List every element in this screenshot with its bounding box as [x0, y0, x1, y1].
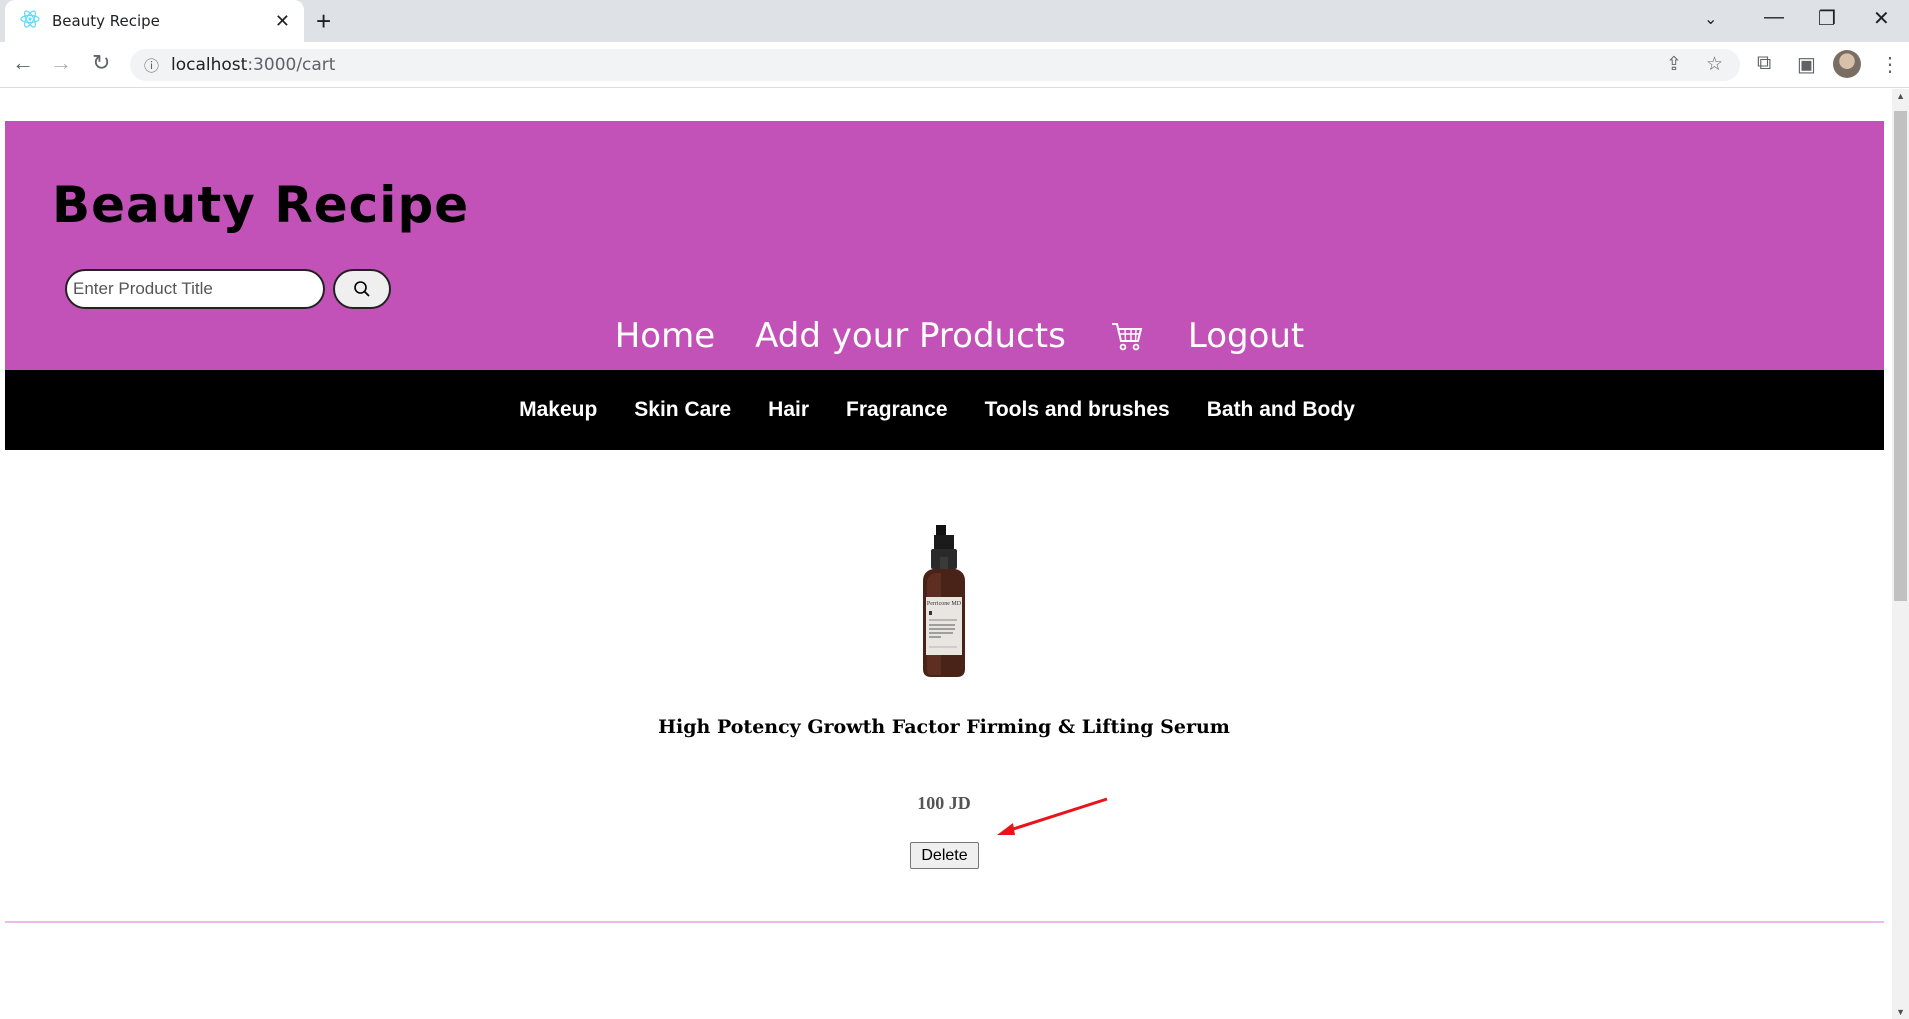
product-price: 100 JD — [917, 793, 971, 813]
new-tab-icon[interactable]: + — [316, 6, 331, 37]
main-nav: Home Add your Products Logout — [5, 306, 1884, 366]
reload-icon[interactable]: ↻ — [92, 50, 110, 76]
address-bar[interactable]: ⓘ localhost:3000/cart ⇪ ☆ — [130, 49, 1740, 81]
nav-add-products[interactable]: Add your Products — [755, 316, 1066, 356]
url-text: localhost:3000/cart — [171, 55, 336, 75]
annotation-arrow-icon — [997, 797, 1108, 835]
menu-kebab-icon[interactable]: ⋮ — [1880, 52, 1900, 77]
bookmark-star-icon[interactable]: ☆ — [1706, 53, 1723, 76]
browser-toolbar: ← → ↻ ⓘ localhost:3000/cart ⇪ ☆ ⧉ ▣ ⋮ — [0, 42, 1909, 88]
extensions-icon[interactable]: ⧉ — [1757, 52, 1771, 75]
close-window-icon[interactable]: ✕ — [1873, 6, 1890, 31]
tab-close-icon[interactable]: ✕ — [275, 11, 290, 32]
react-favicon-icon — [20, 9, 40, 34]
category-skin-care[interactable]: Skin Care — [634, 398, 731, 422]
scrollbar-thumb[interactable] — [1894, 111, 1907, 601]
product-title: High Potency Growth Factor Firming & Lif… — [658, 716, 1230, 738]
minimize-icon[interactable]: — — [1764, 6, 1784, 29]
share-icon[interactable]: ⇪ — [1666, 53, 1682, 76]
browser-tab-strip: Beauty Recipe ✕ + ⌄ — ❐ ✕ — [0, 0, 1909, 42]
category-fragrance[interactable]: Fragrance — [846, 398, 948, 422]
scroll-up-icon[interactable]: ▲ — [1896, 91, 1905, 101]
site-info-icon[interactable]: ⓘ — [144, 55, 159, 76]
browser-tab[interactable]: Beauty Recipe ✕ — [5, 0, 304, 42]
back-icon[interactable]: ← — [12, 50, 34, 76]
search-button[interactable] — [333, 269, 391, 309]
cart-icon[interactable] — [1110, 320, 1144, 352]
nav-logout[interactable]: Logout — [1188, 316, 1304, 356]
site-brand[interactable]: Beauty Recipe — [52, 176, 469, 234]
page-scrollbar[interactable]: ▲ ▼ — [1892, 89, 1909, 1019]
tab-search-icon[interactable]: ⌄ — [1704, 9, 1717, 29]
search-icon — [354, 281, 370, 297]
category-nav: Makeup Skin Care Hair Fragrance Tools an… — [5, 370, 1884, 450]
nav-home[interactable]: Home — [615, 316, 715, 356]
profile-avatar[interactable] — [1833, 50, 1861, 78]
site-header: Beauty Recipe Home Add your Products — [5, 121, 1884, 370]
product-image: Perricone MD — [923, 525, 965, 677]
category-hair[interactable]: Hair — [768, 398, 809, 422]
category-makeup[interactable]: Makeup — [519, 398, 597, 422]
svg-text:Perricone MD: Perricone MD — [927, 601, 962, 607]
category-tools-and-brushes[interactable]: Tools and brushes — [985, 398, 1170, 422]
restore-icon[interactable]: ❐ — [1818, 6, 1836, 31]
delete-button[interactable]: Delete — [910, 842, 979, 869]
category-bath-and-body[interactable]: Bath and Body — [1207, 398, 1355, 422]
page-divider — [5, 921, 1884, 923]
side-panel-icon[interactable]: ▣ — [1797, 52, 1816, 77]
scroll-down-icon[interactable]: ▼ — [1896, 1007, 1905, 1017]
tab-title: Beauty Recipe — [52, 12, 160, 30]
forward-icon[interactable]: → — [50, 50, 72, 76]
search-input[interactable] — [65, 269, 325, 309]
